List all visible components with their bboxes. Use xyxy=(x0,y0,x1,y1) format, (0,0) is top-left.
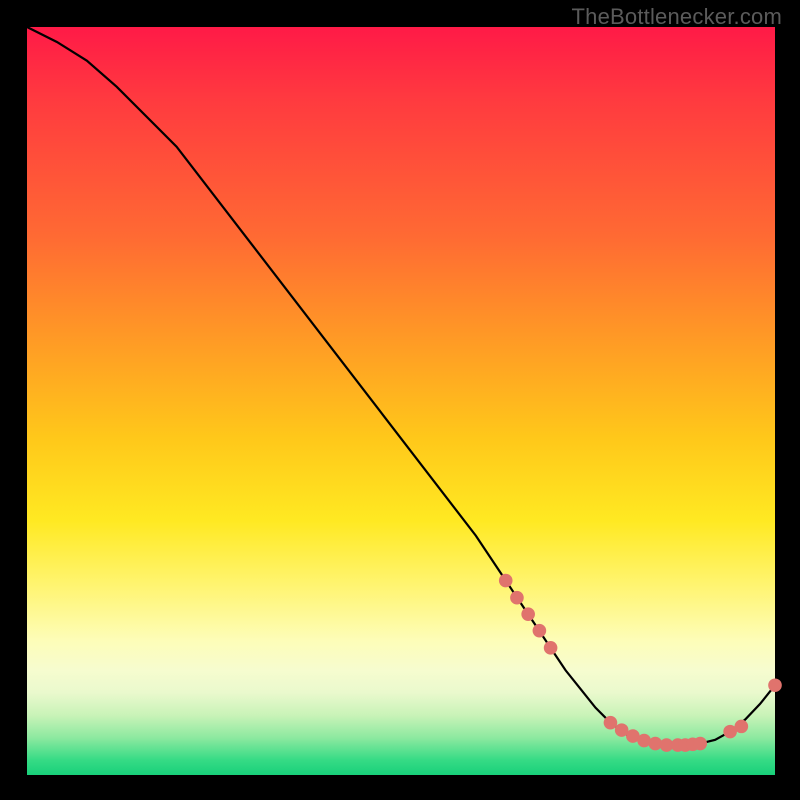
marker-point xyxy=(735,720,749,734)
marker-point xyxy=(499,574,513,588)
marker-point xyxy=(544,641,558,655)
marker-point xyxy=(693,737,707,751)
marker-group xyxy=(499,574,782,752)
attribution-text: TheBottlenecker.com xyxy=(572,4,782,30)
marker-point xyxy=(768,678,782,692)
bottleneck-curve xyxy=(27,27,775,745)
marker-point xyxy=(521,607,535,621)
marker-point xyxy=(533,624,547,638)
marker-point xyxy=(510,591,524,605)
chart-stage: TheBottlenecker.com xyxy=(0,0,800,800)
marker-point xyxy=(604,716,618,730)
plot-area xyxy=(27,27,775,775)
chart-svg xyxy=(27,27,775,775)
